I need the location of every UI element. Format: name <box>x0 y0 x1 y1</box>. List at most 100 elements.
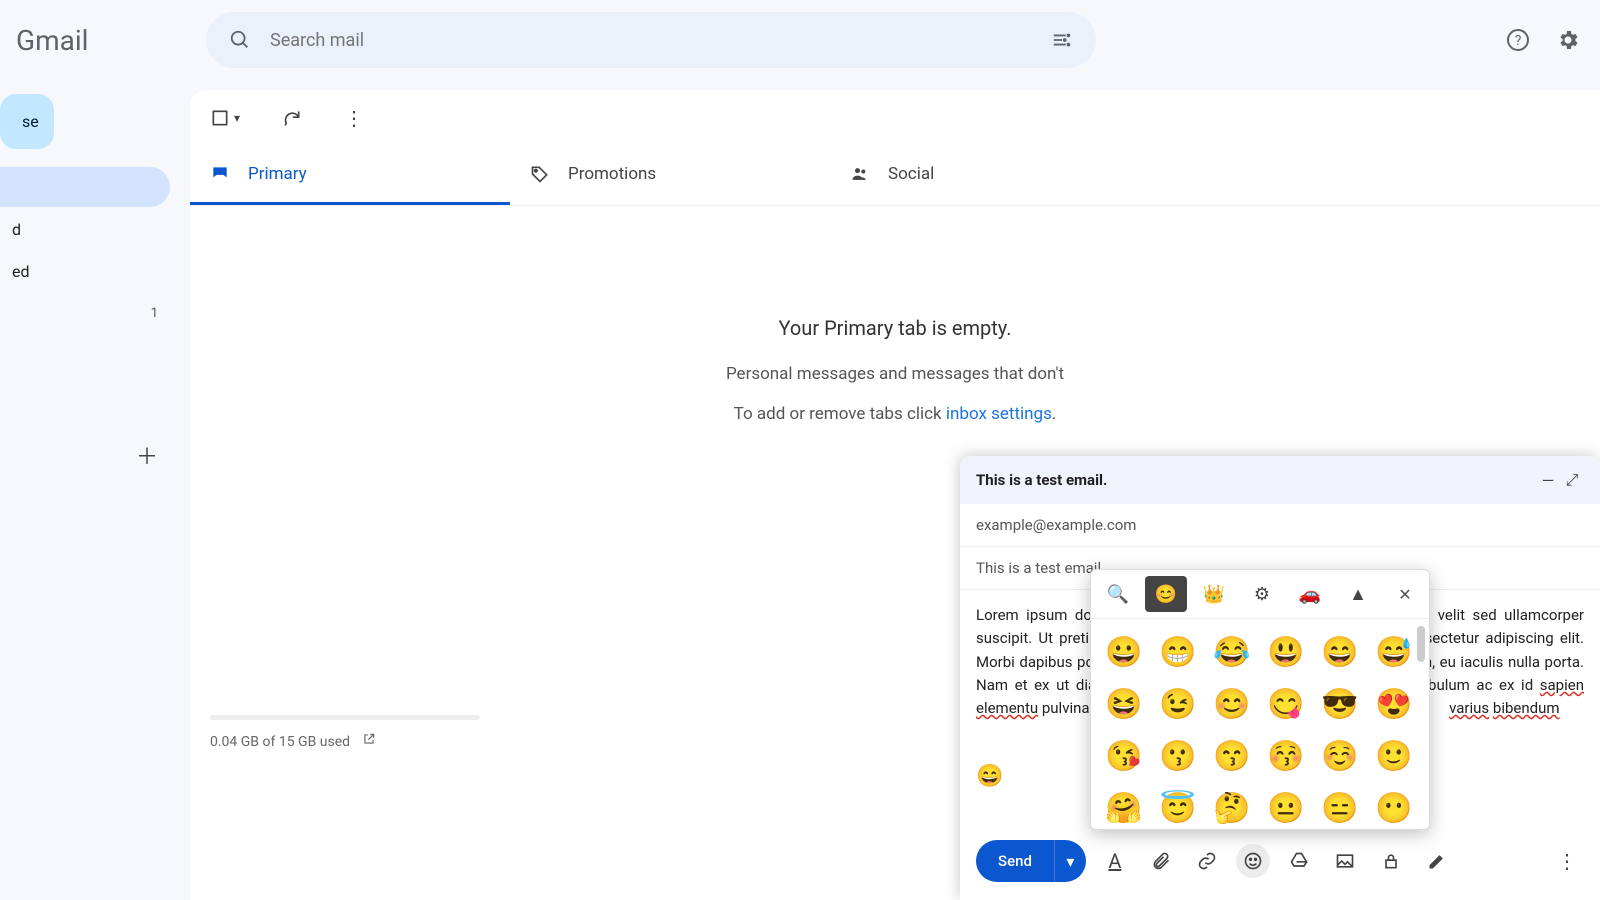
tag-icon <box>530 164 550 184</box>
emoji-cell[interactable]: 😃 <box>1263 629 1309 675</box>
emoji-cat-travel[interactable]: 🚗 <box>1289 576 1331 612</box>
search-icon <box>224 24 256 56</box>
compose-titlebar[interactable]: This is a test email. — ⤢ <box>960 456 1600 504</box>
emoji-cell[interactable]: 😑 <box>1317 785 1363 829</box>
sidebar-item-count: 1 <box>151 306 158 321</box>
chevron-down-icon: ▾ <box>234 111 240 125</box>
to-field[interactable]: example@example.com <box>960 504 1600 547</box>
compose-window: This is a test email. — ⤢ example@exampl… <box>960 456 1600 900</box>
emoji-cell[interactable]: 😂 <box>1209 629 1255 675</box>
attach-icon[interactable] <box>1144 844 1178 878</box>
emoji-cell[interactable]: 😎 <box>1317 681 1363 727</box>
link-icon[interactable] <box>1190 844 1224 878</box>
help-icon[interactable]: ? <box>1502 24 1534 56</box>
emoji-scrollbar[interactable] <box>1417 626 1425 662</box>
storage-progress <box>210 715 480 720</box>
refresh-button[interactable] <box>282 108 302 128</box>
emoji-cat-crown[interactable]: 👑 <box>1193 576 1235 612</box>
open-external-icon[interactable] <box>362 734 376 750</box>
people-icon <box>850 164 870 184</box>
emoji-cell[interactable]: 😁 <box>1155 629 1201 675</box>
emoji-category-tabs: 🔍 😊 👑 ⚙ 🚗 ▲ ✕ <box>1091 570 1429 619</box>
emoji-cat-search[interactable]: 🔍 <box>1097 576 1139 612</box>
empty-state: Your Primary tab is empty. Personal mess… <box>190 206 1600 424</box>
send-button-group: Send ▾ <box>976 840 1086 882</box>
emoji-cell[interactable]: ☺️ <box>1317 733 1363 779</box>
empty-line2: To add or remove tabs click inbox settin… <box>210 404 1580 424</box>
header-actions: ? <box>1502 24 1584 56</box>
tab-promotions[interactable]: Promotions <box>510 146 830 205</box>
formatting-icon[interactable]: A <box>1098 844 1132 878</box>
logo[interactable]: Gmail <box>16 24 186 57</box>
emoji-cell[interactable]: 😀 <box>1101 629 1147 675</box>
emoji-cat-symbols[interactable]: ▲ <box>1337 576 1379 612</box>
search-input[interactable] <box>270 30 1032 51</box>
confidential-icon[interactable] <box>1374 844 1408 878</box>
select-checkbox[interactable]: ▾ <box>210 108 240 128</box>
mail-main: ▾ ⋮ Primary Promotions Social Your Prima… <box>190 90 1600 900</box>
app-header: Gmail ? <box>0 0 1600 80</box>
sidebar-item-snoozed[interactable]: ed <box>0 251 170 291</box>
emoji-icon[interactable] <box>1236 844 1270 878</box>
emoji-cell[interactable]: 🤗 <box>1101 785 1147 829</box>
drive-icon[interactable] <box>1282 844 1316 878</box>
emoji-cell[interactable]: 😆 <box>1101 681 1147 727</box>
emoji-cell[interactable]: 😚 <box>1263 733 1309 779</box>
app-name: Gmail <box>16 24 88 57</box>
sidebar-item-label: ed <box>12 262 158 281</box>
emoji-cell[interactable]: 😗 <box>1155 733 1201 779</box>
svg-text:?: ? <box>1515 33 1522 49</box>
inbox-settings-link[interactable]: inbox settings <box>946 404 1052 424</box>
compose-toolbar: Send ▾ A ⋮ <box>960 830 1600 900</box>
emoji-cat-faces[interactable]: 😊 <box>1145 576 1187 612</box>
emoji-cell[interactable]: 😉 <box>1155 681 1201 727</box>
empty-title: Your Primary tab is empty. <box>210 316 1580 340</box>
emoji-cell[interactable]: 😊 <box>1209 681 1255 727</box>
emoji-picker: 🔍 😊 👑 ⚙ 🚗 ▲ ✕ 😀😁😂😃😄😅😆😉😊😋😎😍😘😗😙😚☺️🙂🤗😇🤔😐😑😶 <box>1090 569 1430 830</box>
tab-label: Social <box>888 164 934 184</box>
send-options-button[interactable]: ▾ <box>1054 840 1086 882</box>
search-options-icon[interactable] <box>1046 24 1078 56</box>
tab-label: Promotions <box>568 164 656 184</box>
emoji-cell[interactable]: 😇 <box>1155 785 1201 829</box>
tab-label: Primary <box>248 164 307 184</box>
storage-text: 0.04 GB of 15 GB used <box>210 734 350 750</box>
search-box[interactable] <box>206 12 1096 68</box>
emoji-cell[interactable]: 😋 <box>1263 681 1309 727</box>
sidebar-item-starred[interactable]: d <box>0 209 170 249</box>
tab-social[interactable]: Social <box>830 146 1150 205</box>
emoji-cell[interactable]: 😅 <box>1371 629 1417 675</box>
empty-line1: Personal messages and messages that don'… <box>210 364 1580 384</box>
emoji-cell[interactable]: 🙂 <box>1371 733 1417 779</box>
mail-toolbar: ▾ ⋮ <box>190 90 1600 146</box>
sidebar-item-more[interactable] <box>0 335 170 375</box>
category-tabs: Primary Promotions Social <box>190 146 1600 206</box>
compose-title: This is a test email. <box>976 471 1536 489</box>
emoji-grid: 😀😁😂😃😄😅 😆😉😊😋😎😍 😘😗😙😚☺️🙂 🤗😇🤔😐😑😶 <box>1091 619 1429 829</box>
emoji-close-icon[interactable]: ✕ <box>1387 585 1423 604</box>
emoji-cell[interactable]: 😄 <box>1317 629 1363 675</box>
emoji-cell[interactable]: 🤔 <box>1209 785 1255 829</box>
send-button[interactable]: Send <box>976 840 1054 882</box>
sidebar-item-label: d <box>12 220 158 239</box>
compose-button[interactable]: se <box>0 94 54 149</box>
sidebar-item-inbox[interactable] <box>0 167 170 207</box>
inbox-icon <box>210 164 230 184</box>
more-button[interactable]: ⋮ <box>344 106 364 130</box>
emoji-cell[interactable]: 😐 <box>1263 785 1309 829</box>
emoji-cat-objects[interactable]: ⚙ <box>1241 576 1283 612</box>
tab-primary[interactable]: Primary <box>190 146 510 205</box>
compose-more-icon[interactable]: ⋮ <box>1550 844 1584 878</box>
popout-icon[interactable]: ⤢ <box>1560 470 1584 490</box>
emoji-cell[interactable]: 😘 <box>1101 733 1147 779</box>
emoji-cell[interactable]: 😶 <box>1371 785 1417 829</box>
sidebar-item-newlabel[interactable]: ＋ <box>0 435 170 475</box>
minimize-icon[interactable]: — <box>1536 471 1560 490</box>
settings-icon[interactable] <box>1552 24 1584 56</box>
plus-icon: ＋ <box>136 439 158 471</box>
image-icon[interactable] <box>1328 844 1362 878</box>
emoji-cell[interactable]: 😙 <box>1209 733 1255 779</box>
emoji-cell[interactable]: 😍 <box>1371 681 1417 727</box>
signature-icon[interactable] <box>1420 844 1454 878</box>
sidebar-item-drafts[interactable]: 1 <box>0 293 170 333</box>
